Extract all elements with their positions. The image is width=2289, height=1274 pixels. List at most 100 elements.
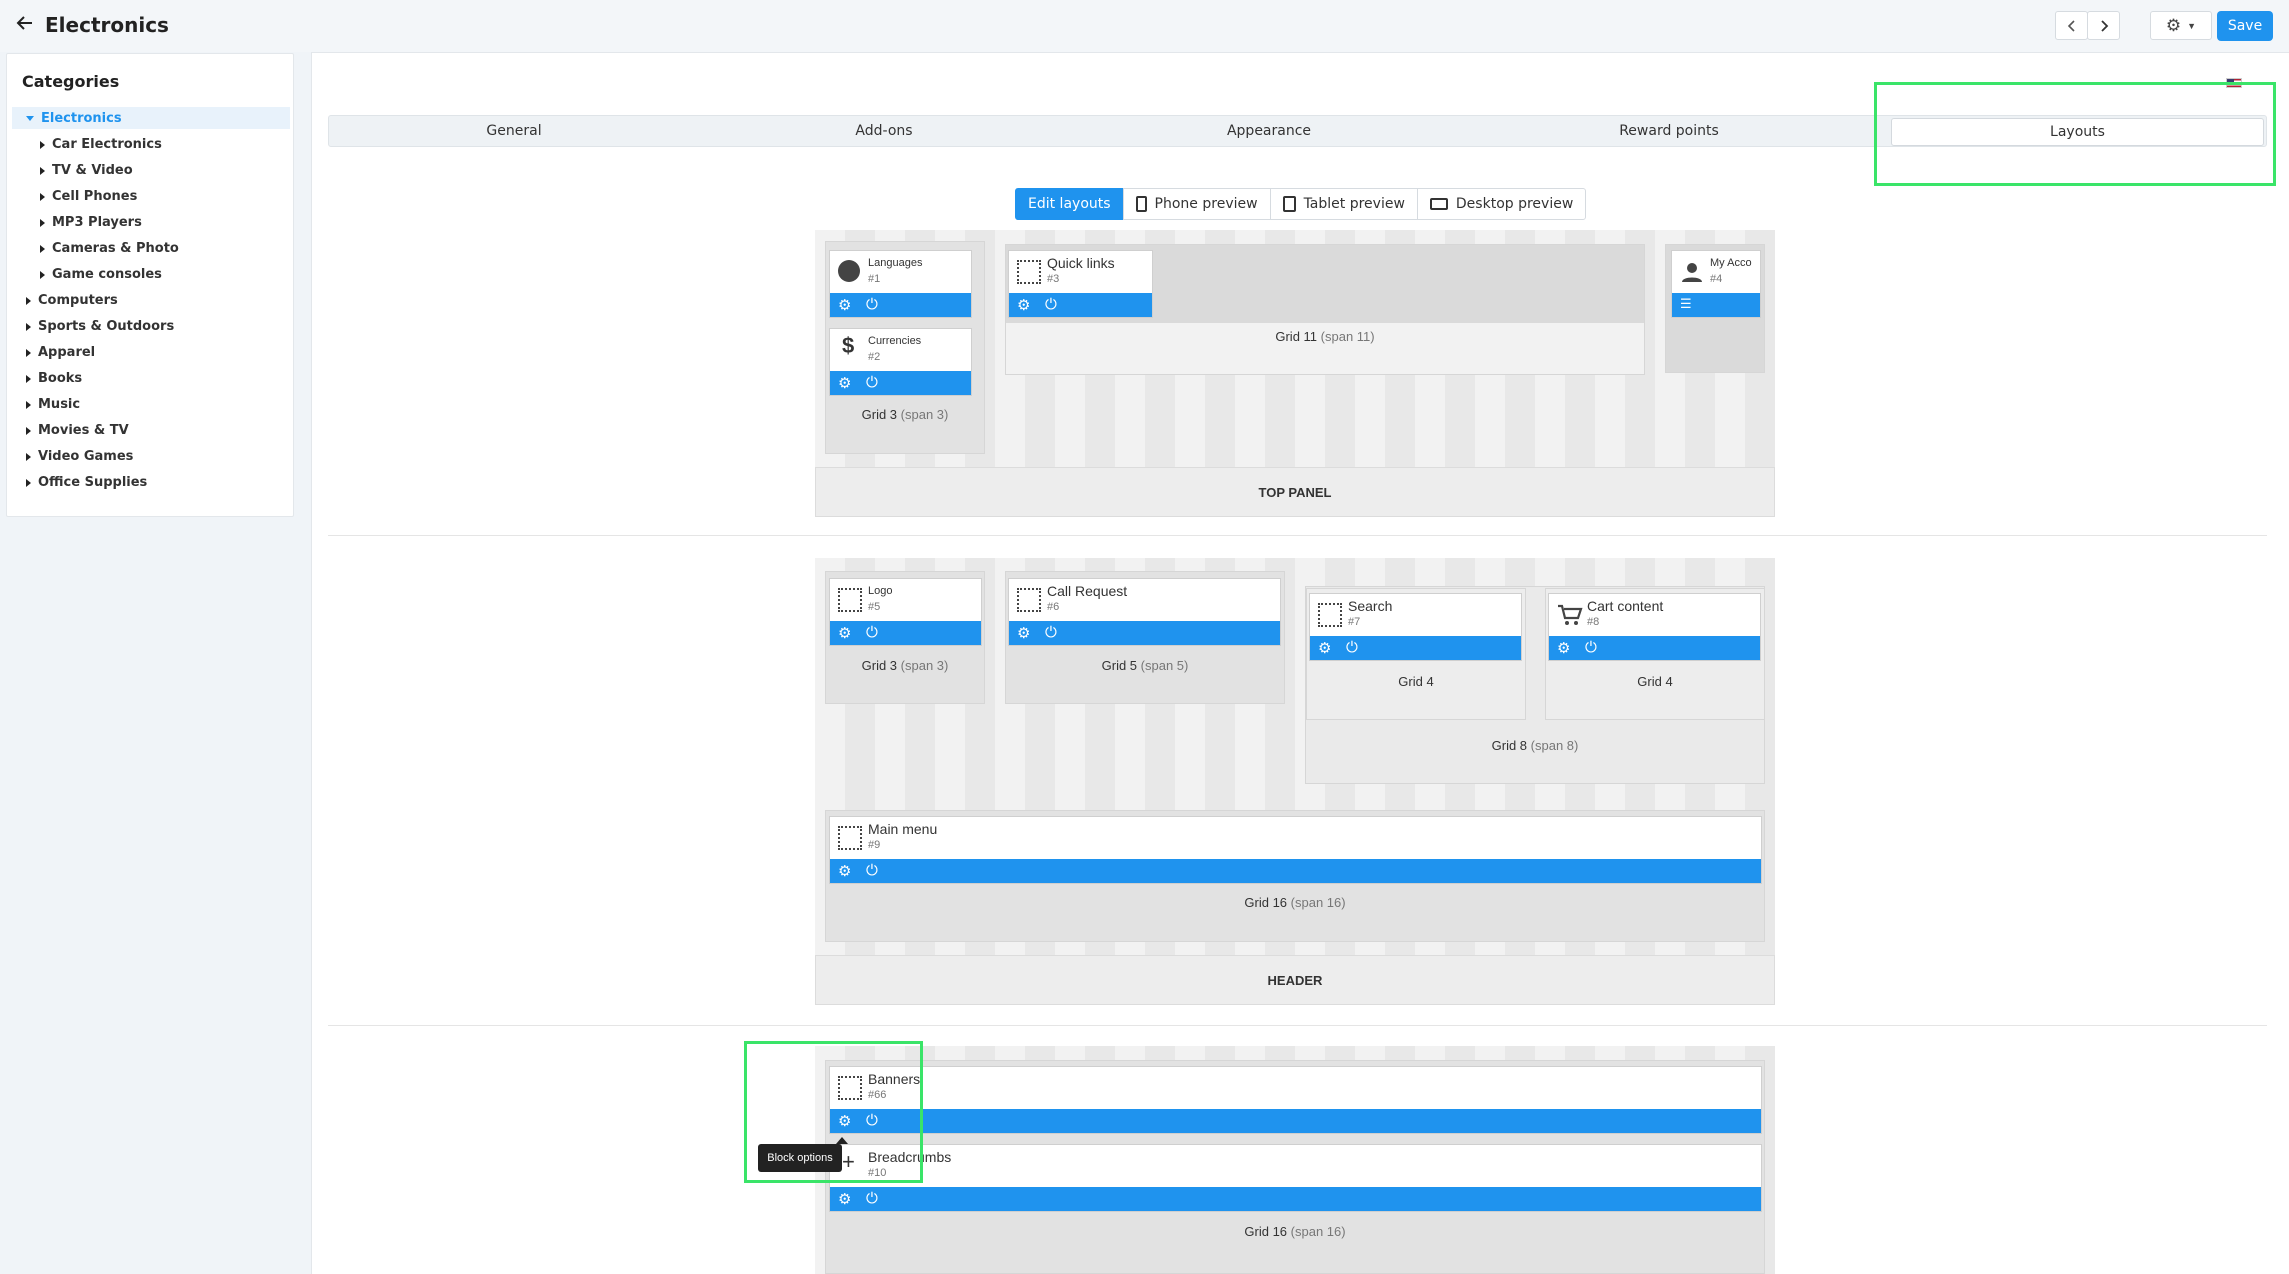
grid-label: Grid 8 (span 8) — [1491, 738, 1579, 753]
power-icon[interactable]: ⏻ — [1346, 639, 1358, 656]
dollar-icon: $ — [842, 333, 855, 358]
top-panel-label: TOP PANEL — [815, 467, 1775, 517]
sidebar-item-sports-outdoors[interactable]: Sports & Outdoors — [26, 319, 174, 334]
sidebar-item-label: TV & Video — [52, 163, 133, 178]
power-icon[interactable]: ⏻ — [866, 296, 878, 313]
sidebar-item-mp3-players[interactable]: MP3 Players — [40, 215, 142, 230]
sidebar-item-computers[interactable]: Computers — [26, 293, 118, 308]
grid-label: Grid 4 — [1398, 674, 1434, 689]
power-icon[interactable]: ⏻ — [1045, 296, 1057, 313]
gear-icon[interactable]: ⚙ — [838, 862, 851, 880]
sidebar-item-game-consoles[interactable]: Game consoles — [40, 267, 162, 282]
block-main-menu[interactable]: Main menu #9 ⚙ ⏻ — [829, 816, 1762, 884]
caret-right-icon[interactable] — [26, 452, 31, 461]
caret-right-icon[interactable] — [26, 426, 31, 435]
block-placeholder-icon — [1017, 260, 1041, 284]
sidebar-item-label: Cameras & Photo — [52, 241, 179, 256]
caret-right-icon[interactable] — [26, 296, 31, 305]
sidebar-item-car-electronics[interactable]: Car Electronics — [40, 137, 162, 152]
block-currencies[interactable]: $ Currencies #2 ⚙ ⏻ — [829, 328, 972, 396]
gear-icon: ⚙ — [2165, 15, 2182, 35]
caret-right-icon[interactable] — [40, 244, 45, 253]
sidebar-item-music[interactable]: Music — [26, 397, 80, 412]
sidebar-item-label: Car Electronics — [52, 137, 162, 152]
gear-icon[interactable]: ⚙ — [1017, 624, 1030, 642]
block-id: #5 — [868, 601, 881, 613]
gear-icon[interactable]: ⚙ — [1557, 639, 1570, 657]
tab-appearance[interactable]: Appearance — [1069, 116, 1469, 146]
block-toolbar: ⚙ ⏻ — [830, 371, 971, 395]
tab-add-ons[interactable]: Add-ons — [699, 116, 1069, 146]
power-icon[interactable]: ⏻ — [866, 1190, 878, 1207]
grid-label: Grid 5 (span 5) — [1101, 658, 1189, 673]
block-id: #1 — [868, 273, 881, 285]
block-call-request[interactable]: Call Request #6 ⚙ ⏻ — [1008, 578, 1281, 646]
prev-button[interactable] — [2055, 11, 2088, 40]
tab-general[interactable]: General — [329, 116, 699, 146]
block-id: #8 — [1587, 616, 1600, 628]
sidebar-item-office-supplies[interactable]: Office Supplies — [26, 475, 147, 490]
block-placeholder-icon — [838, 588, 862, 612]
caret-right-icon[interactable] — [40, 192, 45, 201]
gear-icon[interactable]: ⚙ — [1017, 296, 1030, 314]
sidebar-item-electronics[interactable]: Electronics — [26, 111, 122, 126]
block-search[interactable]: Search #7 ⚙ ⏻ — [1309, 593, 1522, 661]
caret-right-icon[interactable] — [40, 218, 45, 227]
power-icon[interactable]: ⏻ — [866, 862, 878, 879]
view-mode-switch: Edit layouts Phone preview Tablet previe… — [1015, 188, 1587, 220]
caret-right-icon[interactable] — [26, 374, 31, 383]
sidebar-item-label: Music — [38, 397, 81, 412]
block-placeholder-icon — [838, 826, 862, 850]
highlight-box-block-options — [744, 1041, 923, 1183]
caret-down-icon[interactable] — [26, 116, 34, 121]
settings-dropdown-button[interactable]: ⚙ ▼ — [2150, 11, 2212, 40]
caret-right-icon[interactable] — [40, 140, 45, 149]
phone-preview-button[interactable]: Phone preview — [1122, 188, 1271, 220]
sidebar-item-tv-video[interactable]: TV & Video — [40, 163, 133, 178]
block-toolbar: ⚙ ⏻ — [1009, 621, 1280, 645]
gear-icon[interactable]: ⚙ — [1318, 639, 1331, 657]
block-name: Search — [1348, 598, 1393, 614]
sidebar-item-cell-phones[interactable]: Cell Phones — [40, 189, 137, 204]
gear-icon[interactable]: ⚙ — [838, 1190, 851, 1208]
block-banners[interactable]: Banners #66 ⚙ ⏻ — [829, 1066, 1762, 1134]
top-bar: Electronics ⚙ ▼ Save — [0, 0, 2289, 52]
power-icon[interactable]: ⏻ — [1585, 639, 1597, 656]
block-my-account[interactable]: My Acco #4 ☰ — [1671, 250, 1761, 318]
block-name: Cart content — [1587, 598, 1664, 614]
power-icon[interactable]: ⏻ — [866, 374, 878, 391]
gear-icon[interactable]: ⚙ — [838, 296, 851, 314]
sidebar-item-movies-tv[interactable]: Movies & TV — [26, 423, 129, 438]
desktop-preview-button[interactable]: Desktop preview — [1416, 188, 1587, 220]
block-toolbar: ⚙ ⏻ — [830, 1109, 1761, 1133]
next-button[interactable] — [2087, 11, 2120, 40]
sidebar-item-apparel[interactable]: Apparel — [26, 345, 95, 360]
power-icon[interactable]: ⏻ — [866, 624, 878, 641]
grid-label: Grid 16 (span 16) — [1244, 895, 1346, 910]
caret-down-icon: ▼ — [2187, 20, 2197, 31]
gear-icon[interactable]: ⚙ — [838, 624, 851, 642]
sidebar-item-cameras-photo[interactable]: Cameras & Photo — [40, 241, 179, 256]
block-breadcrumbs[interactable]: + Breadcrumbs #10 ⚙ ⏻ — [829, 1144, 1762, 1212]
caret-right-icon[interactable] — [26, 478, 31, 487]
block-logo[interactable]: Logo #5 ⚙ ⏻ — [829, 578, 982, 646]
tab-reward-points[interactable]: Reward points — [1469, 116, 1869, 146]
phone-icon — [1135, 196, 1147, 212]
block-cart-content[interactable]: Cart content #8 ⚙ ⏻ — [1548, 593, 1761, 661]
block-languages[interactable]: Languages #1 ⚙ ⏻ — [829, 250, 972, 318]
back-arrow-icon[interactable] — [16, 14, 34, 38]
caret-right-icon[interactable] — [26, 348, 31, 357]
save-button[interactable]: Save — [2217, 11, 2273, 41]
caret-right-icon[interactable] — [26, 322, 31, 331]
sidebar-item-books[interactable]: Books — [26, 371, 82, 386]
tablet-preview-button[interactable]: Tablet preview — [1269, 188, 1418, 220]
edit-layouts-button[interactable]: Edit layouts — [1015, 188, 1124, 220]
caret-right-icon[interactable] — [40, 270, 45, 279]
sidebar-item-video-games[interactable]: Video Games — [26, 449, 133, 464]
caret-right-icon[interactable] — [40, 166, 45, 175]
caret-right-icon[interactable] — [26, 400, 31, 409]
gear-icon[interactable]: ⚙ — [838, 374, 851, 392]
menu-icon[interactable]: ☰ — [1680, 296, 1692, 312]
power-icon[interactable]: ⏻ — [1045, 624, 1057, 641]
block-quick-links[interactable]: Quick links #3 ⚙ ⏻ — [1008, 250, 1153, 318]
